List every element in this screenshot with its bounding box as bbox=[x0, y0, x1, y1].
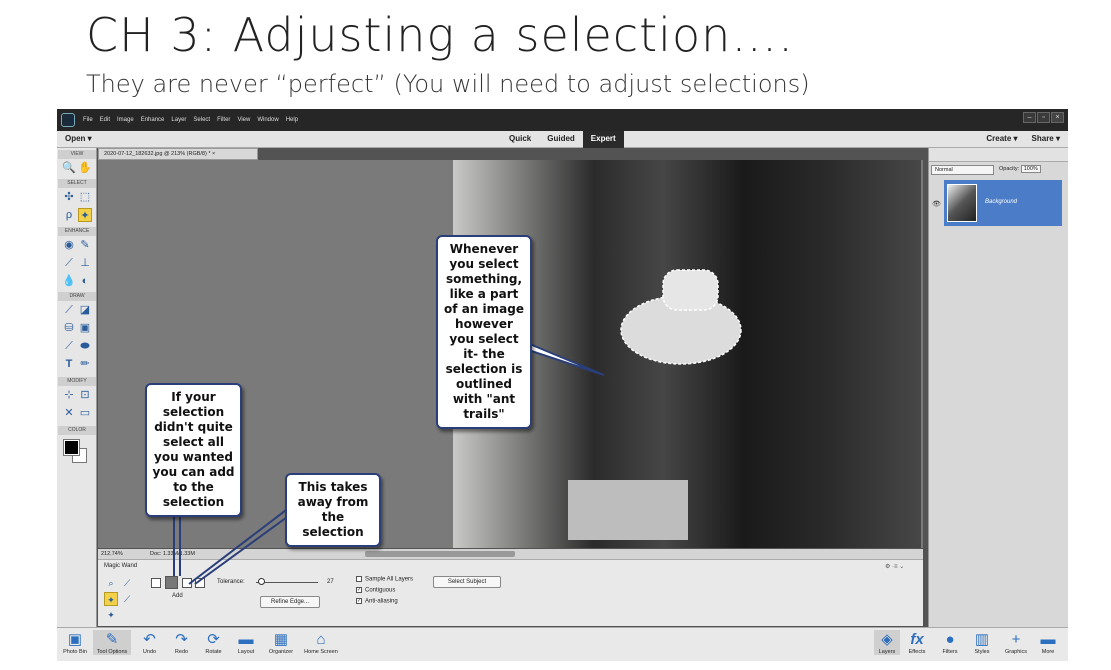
subtract-selection-callout: This takes away from the selection bbox=[285, 473, 381, 547]
callout-pointers bbox=[173, 339, 605, 585]
selection-callout: Whenever you select something, like a pa… bbox=[436, 235, 532, 429]
add-selection-callout: If your selection didn't quite select al… bbox=[145, 383, 242, 517]
subtract-callout-pointer-2 bbox=[194, 511, 295, 585]
subtract-callout-pointer bbox=[188, 506, 291, 585]
